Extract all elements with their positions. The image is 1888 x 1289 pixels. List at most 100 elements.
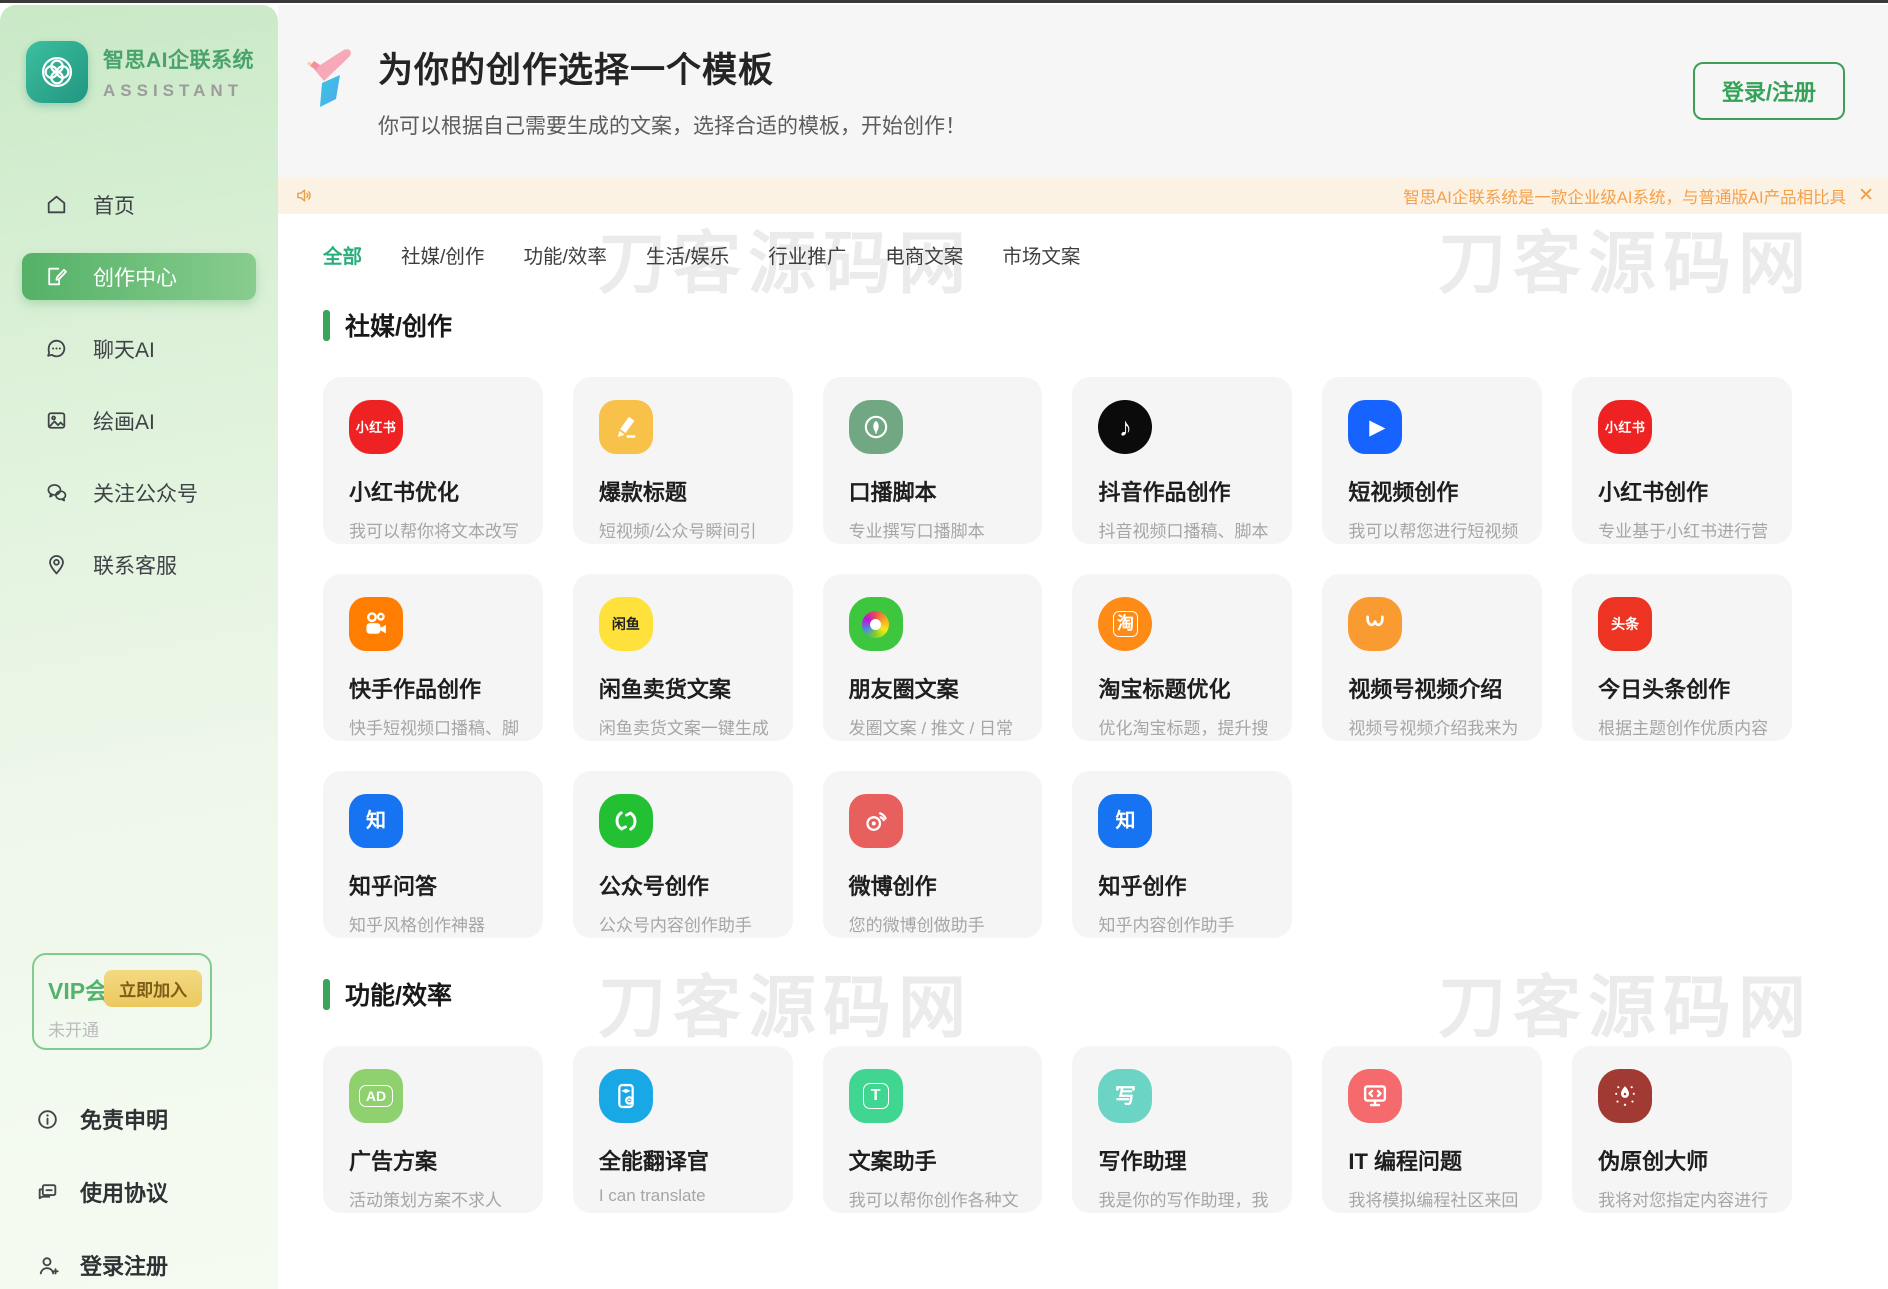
template-card-title: 全能翻译官 (599, 1144, 767, 1176)
sidebar-item-label: 聊天AI (93, 334, 155, 364)
template-card-title: 广告方案 (349, 1144, 517, 1176)
pin-icon (44, 552, 69, 577)
sidebar-item-chat-ai[interactable]: 聊天AI (22, 325, 256, 372)
tab-2[interactable]: 功能/效率 (523, 240, 606, 269)
template-card-desc: 我可以帮您进行短视频 (1348, 517, 1516, 542)
template-card[interactable]: ♪抖音作品创作抖音视频口播稿、脚本 (1072, 377, 1292, 544)
template-card[interactable]: 头条今日头条创作根据主题创作优质内容 (1572, 574, 1792, 741)
sidebar-item-label: 绘画AI (93, 406, 155, 436)
login-register-button[interactable]: 登录/注册 (1693, 62, 1845, 120)
section-title: 功能/效率 (345, 976, 452, 1012)
play-icon: ▶ (1348, 400, 1402, 454)
sidebar-item-label: 联系客服 (93, 550, 177, 580)
template-card-title: IT 编程问题 (1348, 1144, 1516, 1176)
xiaohongshu-icon: 小红书 (349, 400, 403, 454)
template-card-desc: 您的微博创做助手 (849, 911, 1017, 936)
template-card[interactable]: 淘淘宝标题优化优化淘宝标题，提升搜 (1072, 574, 1292, 741)
template-gallery: 全部社媒/创作功能/效率生活/娱乐行业推广电商文案市场文案 社媒/创作小红书小红… (278, 214, 1888, 1213)
xiaohongshu-icon: 小红书 (1598, 400, 1652, 454)
template-card[interactable]: T文案助手我可以帮你创作各种文 (823, 1046, 1043, 1213)
tab-3[interactable]: 生活/娱乐 (646, 240, 729, 269)
template-card[interactable]: IT 编程问题我将模拟编程社区来回 (1322, 1046, 1542, 1213)
template-card[interactable]: AD 广告方案活动策划方案不求人 (323, 1046, 543, 1213)
sidebar-item-contact-support[interactable]: 联系客服 (22, 541, 256, 588)
notice-text: 智思AI企联系统是一款企业级AI系统，与普通版AI产品相比具 (1403, 184, 1846, 208)
sidebar-footer-user-agreement[interactable]: 使用协议 (35, 1176, 168, 1208)
app-logo-icon (26, 41, 88, 103)
template-card-desc: 活动策划方案不求人 (349, 1186, 517, 1211)
template-card-desc: 我是你的写作助理，我 (1098, 1186, 1266, 1211)
template-card[interactable]: 朋友圈文案发圈文案 / 推文 / 日常 (823, 574, 1043, 741)
sidebar-footer-login-register[interactable]: 登录注册 (35, 1249, 168, 1281)
xianyu-icon: 闲鱼 (599, 597, 653, 651)
template-card-title: 视频号视频介绍 (1348, 672, 1516, 704)
sections-container: 社媒/创作小红书小红书优化我可以帮你将文本改写爆款标题短视频/公众号瞬间引口播脚… (323, 307, 1792, 1213)
template-card[interactable]: 视频号视频介绍视频号视频介绍我来为 (1322, 574, 1542, 741)
page-subtitle: 你可以根据自己需要生成的文案，选择合适的模板，开始创作！ (378, 110, 966, 140)
template-card-title: 公众号创作 (599, 869, 767, 901)
template-card-title: 知乎问答 (349, 869, 517, 901)
sidebar-footer-label: 使用协议 (80, 1176, 168, 1208)
template-card[interactable]: 全能翻译官I can translate (573, 1046, 793, 1213)
template-card-title: 今日头条创作 (1598, 672, 1766, 704)
vip-card[interactable]: VIP会 立即加入 未开通 (32, 953, 212, 1050)
page-title: 为你的创作选择一个模板 (378, 42, 966, 93)
notice-close-icon[interactable]: ✕ (1858, 186, 1874, 205)
template-card-title: 朋友圈文案 (849, 672, 1017, 704)
window-top-edge (0, 0, 1888, 3)
template-card-desc: 视频号视频介绍我来为 (1348, 714, 1516, 739)
template-card-desc: 短视频/公众号瞬间引 (599, 517, 767, 542)
tab-1[interactable]: 社媒/创作 (401, 240, 484, 269)
wechat-icon (44, 480, 69, 505)
template-card[interactable]: 写写作助理我是你的写作助理，我 (1072, 1046, 1292, 1213)
speaker-icon (294, 185, 315, 206)
template-card-title: 微博创作 (849, 869, 1017, 901)
sidebar-item-home[interactable]: 首页 (22, 181, 256, 228)
section-header: 功能/效率 (323, 976, 1792, 1012)
template-card[interactable]: 伪原创大师我将对您指定内容进行 (1572, 1046, 1792, 1213)
sidebar-item-label: 创作中心 (93, 262, 177, 292)
pen-nib-icon (1598, 1069, 1652, 1123)
template-card[interactable]: 闲鱼闲鱼卖货文案闲鱼卖货文案一键生成 (573, 574, 793, 741)
channels-icon (1348, 597, 1402, 651)
sidebar-item-creation-center[interactable]: 创作中心 (22, 253, 256, 300)
template-card[interactable]: 知知乎问答知乎风格创作神器 (323, 771, 543, 938)
tab-4[interactable]: 行业推广 (768, 240, 846, 269)
tab-5[interactable]: 电商文案 (885, 240, 963, 269)
app-title: 智思AI企联系统 (103, 44, 254, 74)
template-card-desc: 优化淘宝标题，提升搜 (1098, 714, 1266, 739)
vip-title: VIP会 (48, 972, 108, 1006)
template-card-desc: 我将模拟编程社区来回 (1348, 1186, 1516, 1211)
template-card[interactable]: 口播脚本专业撰写口播脚本 (823, 377, 1043, 544)
template-card[interactable]: 公众号创作公众号内容创作助手 (573, 771, 793, 938)
ad-icon: AD (349, 1069, 403, 1123)
template-card[interactable]: 微博创作您的微博创做助手 (823, 771, 1043, 938)
vip-join-button[interactable]: 立即加入 (104, 970, 202, 1007)
code-monitor-icon (1348, 1069, 1402, 1123)
template-card[interactable]: 小红书小红书优化我可以帮你将文本改写 (323, 377, 543, 544)
template-card[interactable]: 知知乎创作知乎内容创作助手 (1072, 771, 1292, 938)
main-area: 为你的创作选择一个模板 你可以根据自己需要生成的文案，选择合适的模板，开始创作！… (278, 5, 1888, 1289)
tab-all[interactable]: 全部 (323, 240, 362, 269)
sidebar-item-label: 首页 (93, 190, 135, 220)
section-title: 社媒/创作 (345, 307, 452, 343)
template-card[interactable]: 小红书小红书创作专业基于小红书进行营 (1572, 377, 1792, 544)
template-card-title: 抖音作品创作 (1098, 475, 1266, 507)
template-card[interactable]: ▶短视频创作我可以帮您进行短视频 (1322, 377, 1542, 544)
tab-6[interactable]: 市场文案 (1002, 240, 1080, 269)
write-icon: 写 (1098, 1069, 1152, 1123)
sidebar-item-draw-ai[interactable]: 绘画AI (22, 397, 256, 444)
template-card-desc: 专业基于小红书进行营 (1598, 517, 1766, 542)
template-card-title: 小红书优化 (349, 475, 517, 507)
app-logo-text: 智思AI企联系统 ASSISTANT (103, 44, 254, 101)
sidebar-footer-disclaimer[interactable]: 免责申明 (35, 1103, 168, 1135)
image-icon (44, 408, 69, 433)
page-header: 为你的创作选择一个模板 你可以根据自己需要生成的文案，选择合适的模板，开始创作！… (278, 5, 1888, 177)
template-card-desc: 闲鱼卖货文案一键生成 (599, 714, 767, 739)
template-card[interactable]: 爆款标题短视频/公众号瞬间引 (573, 377, 793, 544)
sidebar-item-follow-official[interactable]: 关注公众号 (22, 469, 256, 516)
user-add-icon (35, 1253, 60, 1278)
template-card-title: 淘宝标题优化 (1098, 672, 1266, 704)
app-logo: 智思AI企联系统 ASSISTANT (0, 5, 278, 103)
template-card[interactable]: 快手作品创作快手短视频口播稿、脚 (323, 574, 543, 741)
